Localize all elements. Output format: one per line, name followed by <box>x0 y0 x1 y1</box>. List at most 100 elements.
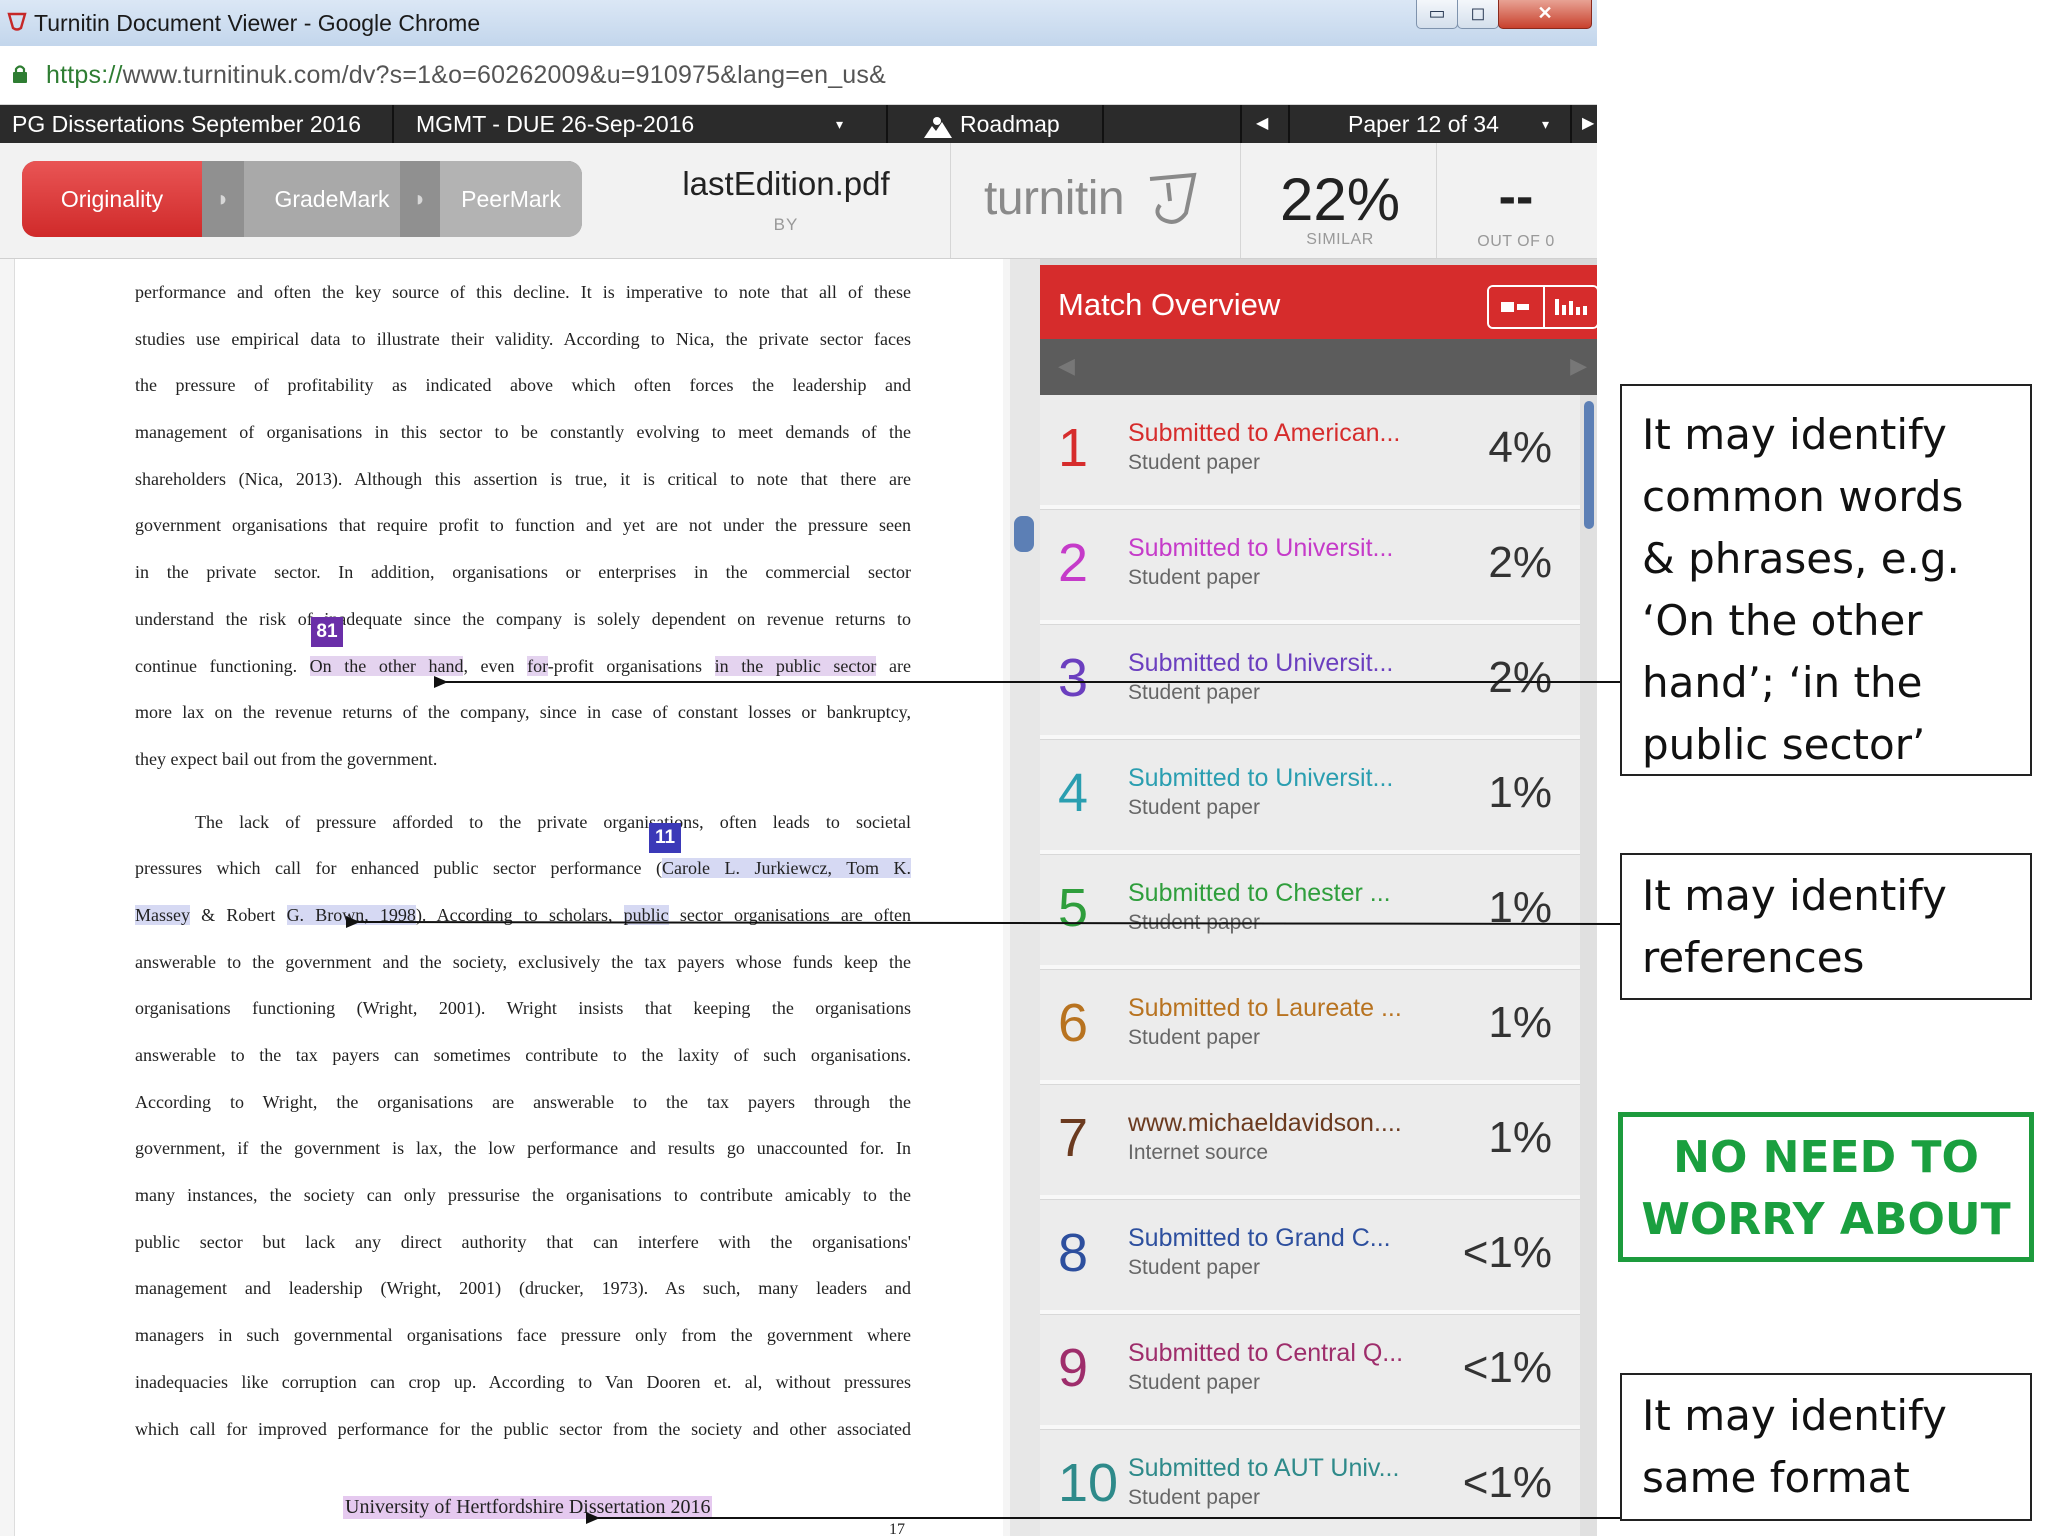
class-name[interactable]: PG Dissertations September 2016 <box>12 105 361 143</box>
panel-next-button[interactable]: ▶ <box>1570 353 1587 379</box>
annotation-line: It may identify <box>1642 871 1947 920</box>
match-number: 7 <box>1058 1108 1089 1168</box>
match-number: 8 <box>1058 1223 1089 1283</box>
url-text[interactable]: https://www.turnitinuk.com/dv?s=1&o=6026… <box>46 61 886 90</box>
match-number: 5 <box>1058 878 1089 938</box>
window-titlebar: Turnitin Document Viewer - Google Chrome… <box>0 0 1597 47</box>
match-source[interactable]: Submitted to Universit... <box>1128 534 1393 563</box>
panel-prev-button[interactable]: ◀ <box>1058 353 1075 379</box>
match-row[interactable]: 3 Submitted to Universit... Student pape… <box>1040 625 1580 739</box>
match-row[interactable]: 7 www.michaeldavidson.... Internet sourc… <box>1040 1085 1580 1199</box>
prev-paper-button[interactable]: ◀ <box>1256 105 1268 143</box>
annotation-common-words: It may identify common words & phrases, … <box>1620 384 2032 776</box>
annotation-references: It may identify references <box>1620 853 2032 1000</box>
match-percent: 2% <box>1488 653 1552 702</box>
match-row[interactable]: 6 Submitted to Laureate ... Student pape… <box>1040 970 1580 1084</box>
tab-grademark[interactable]: GradeMark <box>244 161 420 237</box>
grade-value[interactable]: -- <box>1436 167 1596 227</box>
match-flag[interactable]: 81 <box>311 617 343 647</box>
match-percent: 2% <box>1488 538 1552 587</box>
match-source[interactable]: Submitted to Grand C... <box>1128 1224 1391 1253</box>
match-percent: <1% <box>1462 1343 1552 1392</box>
address-bar[interactable]: https://www.turnitinuk.com/dv?s=1&o=6026… <box>0 46 1597 105</box>
match-source[interactable]: www.michaeldavidson.... <box>1128 1109 1402 1138</box>
match-highlight[interactable]: for <box>527 655 548 676</box>
mode-tabs: Originality ◗ GradeMark ◗ PeerMark <box>22 161 582 237</box>
match-source[interactable]: Submitted to American... <box>1128 419 1400 448</box>
match-source[interactable]: Submitted to Universit... <box>1128 764 1393 793</box>
grade-label: OUT OF 0 <box>1477 233 1555 250</box>
match-type: Student paper <box>1128 1486 1260 1509</box>
match-highlight[interactable]: Carole L. Jurkiewcz, <box>662 858 847 879</box>
match-type: Student paper <box>1128 566 1260 589</box>
match-overview-panel: Match Overview ◀ ▶ 1 Submitted to Americ… <box>1040 259 1597 1536</box>
match-highlight[interactable]: G. Brown, 1998 <box>286 904 416 925</box>
panel-scrollbar-thumb[interactable] <box>1584 401 1594 529</box>
match-highlight[interactable]: public <box>623 904 669 925</box>
annotation-line: same format <box>1642 1453 1910 1502</box>
match-highlight[interactable]: On the other hand <box>309 655 464 676</box>
document-line: inadequacies like corruption can crop up… <box>135 1371 911 1392</box>
match-row[interactable]: 2 Submitted to Universit... Student pape… <box>1040 510 1580 624</box>
match-row[interactable]: 4 Submitted to Universit... Student pape… <box>1040 740 1580 854</box>
match-type: Student paper <box>1128 681 1260 704</box>
file-name: lastEdition.pdf <box>682 165 890 202</box>
annotation-line: ‘On the other <box>1642 596 1923 645</box>
match-row[interactable]: 5 Submitted to Chester ... Student paper… <box>1040 855 1580 969</box>
close-button[interactable]: ✕ <box>1498 0 1592 29</box>
maximize-button[interactable]: ◻ <box>1457 0 1499 29</box>
bar-chart-icon[interactable] <box>1543 287 1597 327</box>
match-row[interactable]: 1 Submitted to American... Student paper… <box>1040 395 1580 509</box>
match-number: 6 <box>1058 993 1089 1053</box>
match-row[interactable]: 8 Submitted to Grand C... Student paper … <box>1040 1200 1580 1314</box>
match-source[interactable]: Submitted to AUT Univ... <box>1128 1454 1399 1483</box>
paper-selector[interactable]: Paper 12 of 34 <box>1348 105 1499 143</box>
document-line: answerable to the government and the soc… <box>135 951 911 972</box>
document-line: the pressure of profitability as indicat… <box>135 375 911 396</box>
list-view-icon[interactable] <box>1489 287 1541 327</box>
next-paper-button[interactable]: ▶ <box>1582 105 1594 143</box>
annotation-line: It may identify <box>1642 1391 1947 1440</box>
panel-scrollbar[interactable] <box>1580 395 1597 1536</box>
document-line: The lack of pressure afforded to the pri… <box>195 811 911 832</box>
lock-icon <box>13 65 27 83</box>
nav-divider <box>1570 105 1572 143</box>
document-line: answerable to the tax payers can sometim… <box>135 1045 911 1065</box>
viewer-toolbar: Originality ◗ GradeMark ◗ PeerMark lastE… <box>0 143 1597 259</box>
roadmap-button[interactable]: Roadmap <box>960 105 1060 143</box>
match-source[interactable]: Submitted to Universit... <box>1128 649 1393 678</box>
tab-peermark[interactable]: PeerMark <box>440 161 582 237</box>
match-highlight[interactable]: Tom K. <box>846 858 911 879</box>
document-line-matched: continue functioning. On the other hand,… <box>135 643 911 690</box>
match-percent: <1% <box>1462 1228 1552 1277</box>
document-scrollbar-thumb[interactable] <box>1014 516 1034 552</box>
view-toggle <box>1487 285 1597 329</box>
match-flag[interactable]: 11 <box>649 823 681 853</box>
match-number: 10 <box>1058 1453 1119 1513</box>
match-source[interactable]: Submitted to Central Q... <box>1128 1339 1403 1368</box>
document-line: which call for improved performance for … <box>135 1418 911 1439</box>
document-line: government organisations that require pr… <box>135 515 911 536</box>
assignment-selector[interactable]: MGMT - DUE 26-Sep-2016 <box>416 105 694 143</box>
roadmap-icon <box>922 113 954 138</box>
turnitin-logo: turnitin <box>984 172 1125 225</box>
annotation-line: public sector’ <box>1642 720 1926 769</box>
minimize-button[interactable]: ▭ <box>1416 0 1458 29</box>
chevron-down-icon[interactable]: ▾ <box>1542 105 1549 143</box>
document-line: managers in such governmental organisati… <box>135 1325 911 1346</box>
chevron-down-icon[interactable]: ▾ <box>836 105 843 143</box>
match-type: Student paper <box>1128 1256 1260 1279</box>
match-percent: 1% <box>1488 1113 1552 1162</box>
match-row[interactable]: 9 Submitted to Central Q... Student pape… <box>1040 1315 1580 1429</box>
similarity-score[interactable]: 22% <box>1250 165 1430 234</box>
match-highlight[interactable]: in the public sector <box>714 655 877 676</box>
document-footer: University of Hertfordshire Dissertation… <box>343 1496 713 1519</box>
match-highlight[interactable]: Massey <box>135 904 190 925</box>
match-source[interactable]: Submitted to Chester ... <box>1128 879 1391 908</box>
tab-originality[interactable]: Originality <box>22 161 202 237</box>
match-row[interactable]: 10 Submitted to AUT Univ... Student pape… <box>1040 1430 1580 1536</box>
document-scrollbar[interactable] <box>1010 259 1040 1536</box>
document-line-matched: Massey & Robert G. Brown, 1998). Accordi… <box>135 892 911 939</box>
nav-divider <box>1288 105 1290 143</box>
match-source[interactable]: Submitted to Laureate ... <box>1128 994 1402 1023</box>
